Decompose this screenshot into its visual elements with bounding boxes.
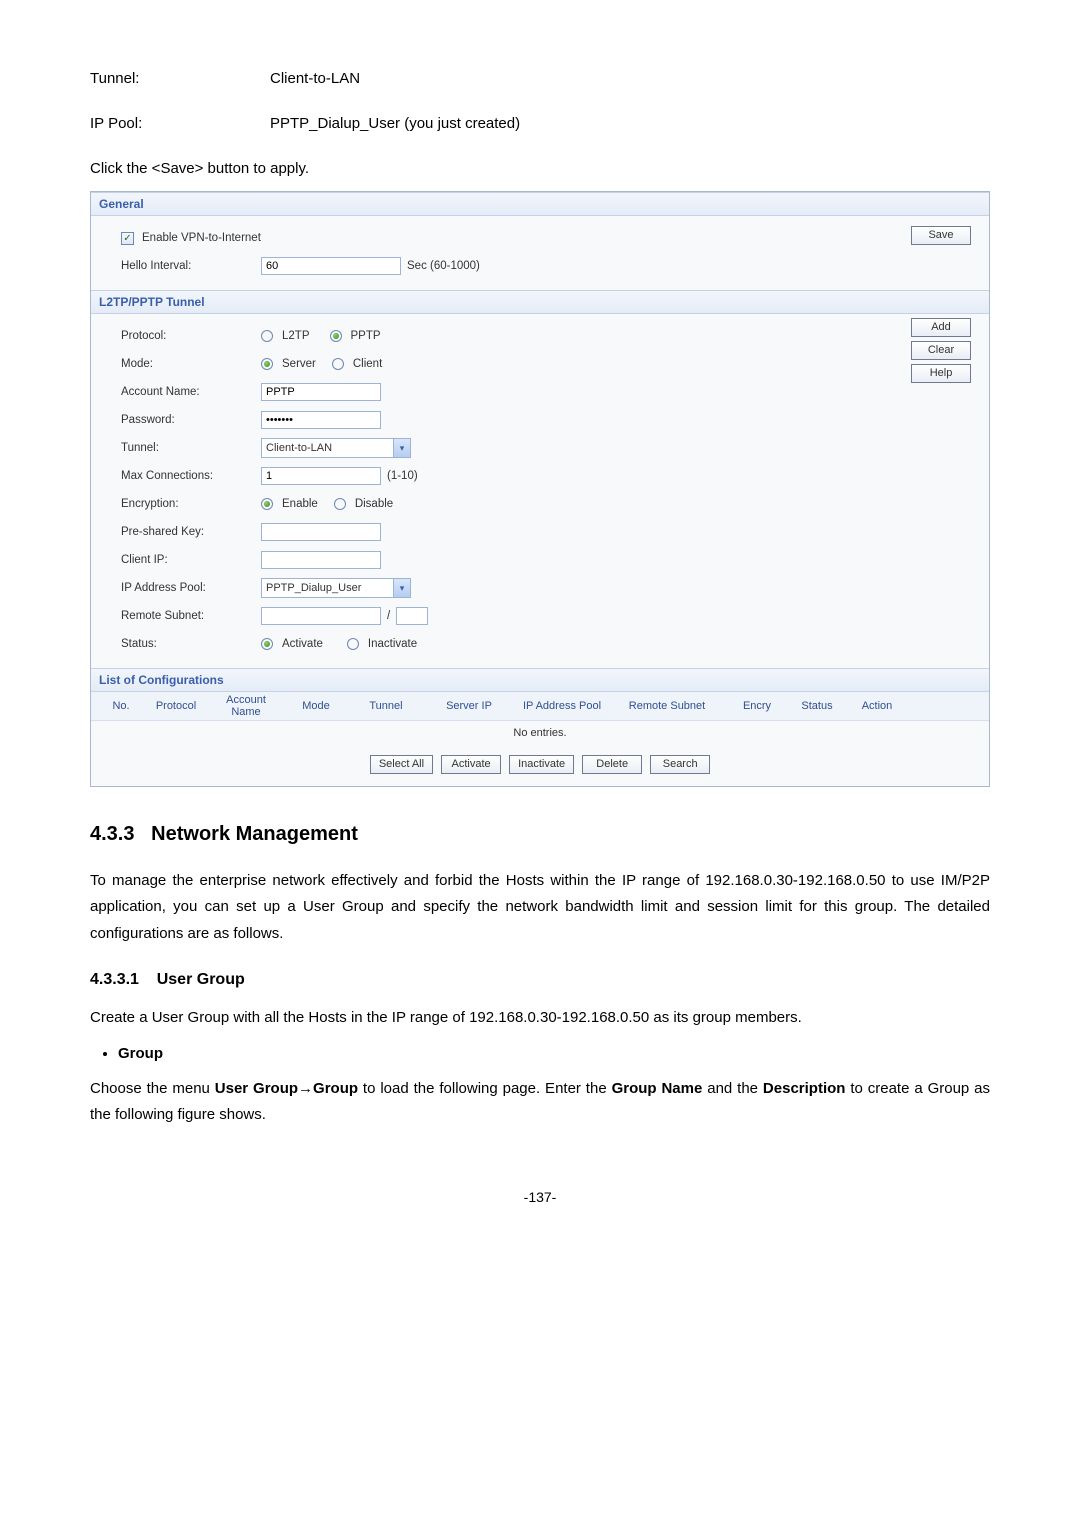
bullet-list: Group [90, 1045, 990, 1062]
enable-vpn-checkbox[interactable]: ✓ [121, 232, 134, 245]
inactivate-button[interactable]: Inactivate [509, 755, 574, 774]
status-activate-radio[interactable] [261, 638, 273, 650]
col-ippool: IP Address Pool [517, 700, 607, 712]
col-protocol: Protocol [141, 700, 211, 712]
section-number: 4.3.3 [90, 823, 134, 845]
remotesubnet-mask-input[interactable] [396, 607, 428, 625]
subsection-number: 4.3.3.1 [90, 971, 139, 988]
general-body: Save ✓ Enable VPN-to-Internet Hello Inte… [91, 216, 989, 290]
bullet-para: Choose the menu User Group→Group to load… [90, 1076, 990, 1129]
page-number: -137- [90, 1189, 990, 1205]
config-panel: General Save ✓ Enable VPN-to-Internet He… [90, 191, 990, 787]
maxconn-input[interactable] [261, 467, 381, 485]
psk-input[interactable] [261, 523, 381, 541]
intro-tunnel-label: Tunnel: [90, 70, 270, 87]
intro-note: Click the <Save> button to apply. [90, 160, 990, 177]
clear-button[interactable]: Clear [911, 341, 971, 360]
subsection-para: Create a User Group with all the Hosts i… [90, 1005, 990, 1031]
help-button[interactable]: Help [911, 364, 971, 383]
col-encry: Encry [727, 700, 787, 712]
tunnel-select[interactable]: Client-to-LAN ▾ [261, 438, 411, 458]
section-para: To manage the enterprise network effecti… [90, 868, 990, 947]
encryption-disable-radio[interactable] [334, 498, 346, 510]
intro-ippool-label: IP Pool: [90, 115, 270, 132]
password-input[interactable] [261, 411, 381, 429]
table-button-bar: Select All Activate Inactivate Delete Se… [91, 745, 989, 786]
list-heading: List of Configurations [91, 668, 989, 692]
save-button[interactable]: Save [911, 226, 971, 245]
account-input[interactable] [261, 383, 381, 401]
activate-button[interactable]: Activate [441, 755, 501, 774]
hello-interval-input[interactable] [261, 257, 401, 275]
remotesubnet-input[interactable] [261, 607, 381, 625]
table-header: No. Protocol Account Name Mode Tunnel Se… [91, 692, 989, 720]
hello-interval-label: Hello Interval: [91, 260, 261, 272]
col-account: Account Name [211, 694, 281, 718]
status-activate-text: Activate [282, 638, 323, 650]
mode-client-text: Client [353, 358, 382, 370]
maxconn-label: Max Connections: [91, 470, 261, 482]
status-inactivate-radio[interactable] [347, 638, 359, 650]
search-button[interactable]: Search [650, 755, 710, 774]
add-button[interactable]: Add [911, 318, 971, 337]
select-all-button[interactable]: Select All [370, 755, 433, 774]
intro-tunnel-row: Tunnel: Client-to-LAN [90, 70, 990, 87]
maxconn-hint: (1-10) [387, 470, 418, 482]
subsection-heading: 4.3.3.1 User Group [90, 971, 990, 989]
tunnel-body: Add Clear Help Protocol: L2TP PPTP Mode:… [91, 314, 989, 668]
no-entries: No entries. [91, 720, 989, 745]
intro-tunnel-value: Client-to-LAN [270, 70, 360, 87]
bullet-group: Group [118, 1045, 990, 1062]
mode-server-radio[interactable] [261, 358, 273, 370]
remotesubnet-label: Remote Subnet: [91, 610, 261, 622]
remotesubnet-sep: / [387, 610, 390, 622]
password-label: Password: [91, 414, 261, 426]
chevron-down-icon: ▾ [393, 579, 410, 597]
hello-interval-hint: Sec (60-1000) [407, 260, 480, 272]
encryption-enable-text: Enable [282, 498, 318, 510]
encryption-label: Encryption: [91, 498, 261, 510]
status-label: Status: [91, 638, 261, 650]
protocol-pptp-radio[interactable] [330, 330, 342, 342]
delete-button[interactable]: Delete [582, 755, 642, 774]
protocol-l2tp-text: L2TP [282, 330, 310, 342]
clientip-label: Client IP: [91, 554, 261, 566]
list-body: No. Protocol Account Name Mode Tunnel Se… [91, 692, 989, 786]
protocol-l2tp-radio[interactable] [261, 330, 273, 342]
ippool-select[interactable]: PPTP_Dialup_User ▾ [261, 578, 411, 598]
col-remotesubnet: Remote Subnet [607, 700, 727, 712]
col-status: Status [787, 700, 847, 712]
section-title: Network Management [151, 823, 358, 845]
ippool-field-label: IP Address Pool: [91, 582, 261, 594]
tunnel-field-label: Tunnel: [91, 442, 261, 454]
protocol-label: Protocol: [91, 330, 261, 342]
intro-ippool-value: PPTP_Dialup_User (you just created) [270, 115, 520, 132]
ippool-select-value: PPTP_Dialup_User [266, 582, 361, 594]
psk-label: Pre-shared Key: [91, 526, 261, 538]
col-mode: Mode [281, 700, 351, 712]
mode-label: Mode: [91, 358, 261, 370]
col-serverip: Server IP [421, 700, 517, 712]
enable-vpn-label: Enable VPN-to-Internet [142, 232, 261, 244]
encryption-disable-text: Disable [355, 498, 393, 510]
mode-server-text: Server [282, 358, 316, 370]
tunnel-heading: L2TP/PPTP Tunnel [91, 290, 989, 314]
account-label: Account Name: [91, 386, 261, 398]
general-heading: General [91, 192, 989, 216]
intro-ippool-row: IP Pool: PPTP_Dialup_User (you just crea… [90, 115, 990, 132]
col-tunnel: Tunnel [351, 700, 421, 712]
section-heading: 4.3.3 Network Management [90, 823, 990, 846]
status-inactivate-text: Inactivate [368, 638, 417, 650]
subsection-title: User Group [157, 971, 245, 988]
tunnel-select-value: Client-to-LAN [266, 442, 332, 454]
col-action: Action [847, 700, 907, 712]
chevron-down-icon: ▾ [393, 439, 410, 457]
clientip-input[interactable] [261, 551, 381, 569]
protocol-pptp-text: PPTP [351, 330, 381, 342]
mode-client-radio[interactable] [332, 358, 344, 370]
col-no: No. [101, 700, 141, 712]
encryption-enable-radio[interactable] [261, 498, 273, 510]
